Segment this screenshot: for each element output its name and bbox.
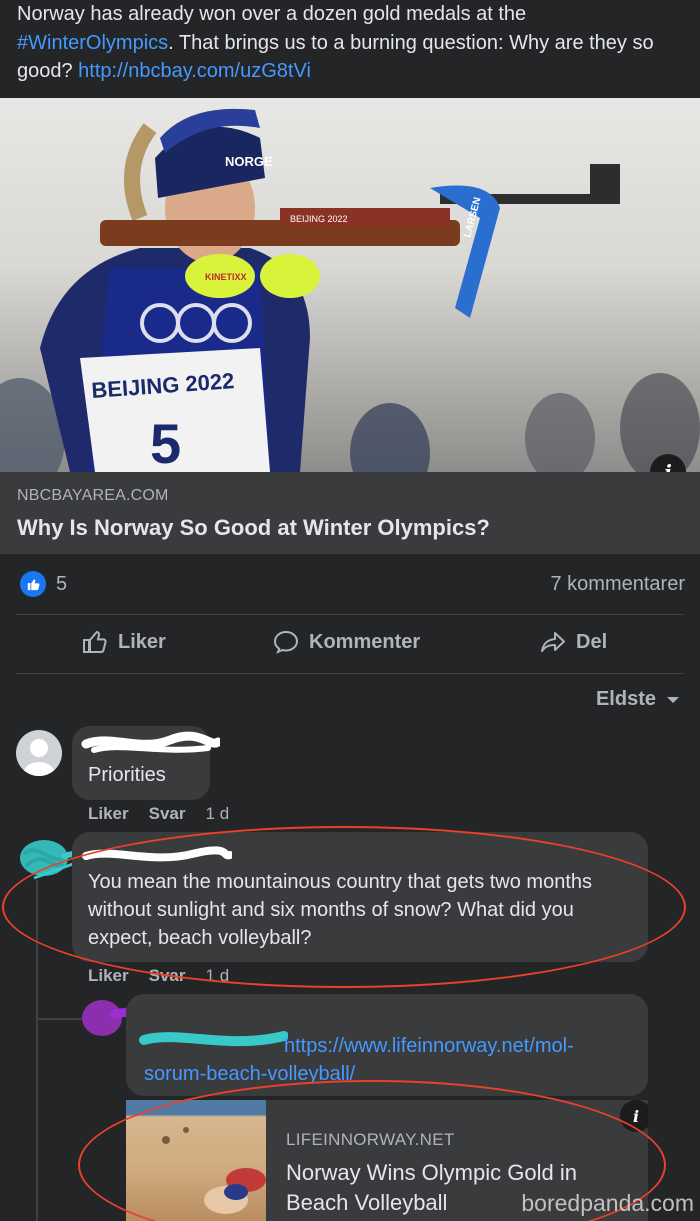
comment-bubble: Priorities: [72, 726, 220, 800]
reaction-count[interactable]: 5: [56, 573, 67, 596]
red-highlight-oval: [2, 826, 686, 988]
watermark: boredpanda.com: [521, 1190, 694, 1216]
biathlete-illustration: BEIJING 2022 5 NORGE BEIJING 2022 LARSEN…: [0, 108, 700, 472]
comment-text: Priorities: [88, 764, 166, 786]
glove-text: KINETIXX: [205, 272, 247, 282]
chevron-down-icon: [667, 696, 679, 703]
link-preview[interactable]: NBCBAYAREA.COM Why Is Norway So Good at …: [0, 472, 700, 554]
divider: [16, 673, 684, 674]
hat-text: NORGE: [225, 154, 273, 169]
like-label: Liker: [118, 630, 166, 653]
share-label: Del: [576, 630, 608, 653]
comment-like-link[interactable]: Liker: [88, 966, 129, 986]
comment-icon: [273, 630, 299, 654]
post-photo[interactable]: BEIJING 2022 5 NORGE BEIJING 2022 LARSEN…: [0, 98, 700, 472]
like-button[interactable]: Liker: [82, 630, 166, 654]
share-icon: [541, 632, 565, 652]
rifle-stock-text: BEIJING 2022: [290, 214, 348, 224]
action-bar: Liker Kommenter Del: [0, 616, 700, 674]
link-title[interactable]: Why Is Norway So Good at Winter Olympics…: [17, 515, 490, 541]
redacted-name-scribble: [81, 731, 220, 753]
comment-reply-link[interactable]: Svar: [149, 804, 186, 824]
sort-label: Eldste: [595, 688, 656, 710]
comment-label: Kommenter: [309, 630, 421, 653]
share-button[interactable]: Del: [540, 630, 607, 654]
comment-sort-dropdown[interactable]: Eldste: [596, 688, 680, 711]
bib-number: 5: [150, 412, 181, 472]
link-domain: NBCBAYAREA.COM: [17, 487, 169, 504]
like-reaction-icon[interactable]: [20, 571, 46, 597]
post-url-link[interactable]: http://nbcbay.com/uzG8tVi: [78, 60, 311, 82]
avatar[interactable]: [16, 730, 62, 776]
comments-count[interactable]: 7 kommentarer: [551, 573, 686, 596]
comment-like-link[interactable]: Liker: [88, 804, 129, 824]
reactions-bar: 5 7 kommentarer: [0, 560, 700, 610]
comment-timestamp: 1 d: [205, 804, 230, 823]
post-text: Norway has already won over a dozen gold…: [17, 0, 687, 86]
comment-button[interactable]: Kommenter: [273, 630, 420, 654]
hashtag-link[interactable]: #WinterOlympics: [17, 32, 168, 54]
divider: [16, 614, 684, 615]
post-text-start: Norway has already won over a dozen gold…: [17, 3, 527, 25]
comment-meta: Liker Svar 1 d: [88, 804, 229, 824]
user-silhouette-icon: [23, 739, 55, 776]
thumbs-up-icon: [83, 630, 107, 653]
